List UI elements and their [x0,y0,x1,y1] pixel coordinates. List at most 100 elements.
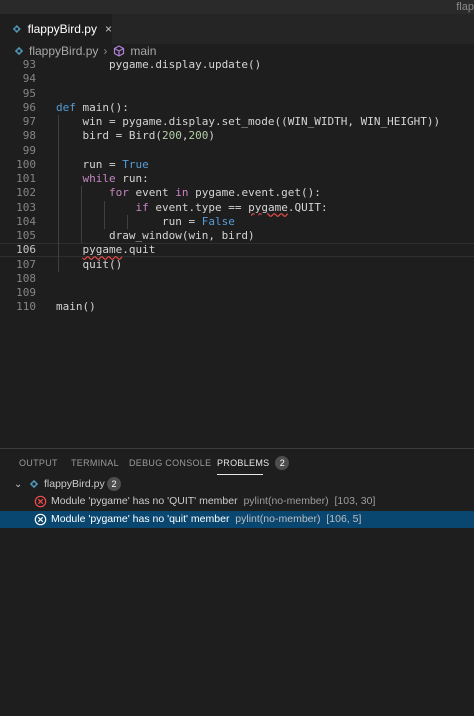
line-number: 100 [16,157,36,171]
code-line[interactable]: 94 [0,72,474,86]
code-text: run = False [56,215,235,229]
bottom-panel: OUTPUT TERMINAL DEBUG CONSOLE PROBLEMS 2 … [0,448,474,716]
code-token: while [82,172,116,185]
breadcrumb: flappyBird.py › main [0,44,474,58]
chevron-right-icon: › [103,44,108,58]
code-line[interactable]: 100 run = True [0,158,474,172]
title-bar: flap [0,0,474,14]
code-line[interactable]: 109 [0,286,474,300]
problem-source: pylint(no-member) [243,495,329,507]
problem-text: Module 'pygame' has no 'quit' member pyl… [51,511,361,528]
window-title: flap [456,1,474,13]
problem-source: pylint(no-member) [235,513,321,525]
line-number: 94 [22,72,36,86]
breadcrumb-symbol[interactable]: main [130,44,156,58]
code-text: while run: [56,172,149,186]
code-token: 200 [188,129,209,143]
tab-output[interactable]: OUTPUT [19,449,58,477]
code-text: pygame.quit [56,243,156,257]
code-token: ) [208,129,215,143]
line-number: 110 [16,300,36,314]
problems-count-badge: 2 [275,456,290,470]
code-line[interactable]: 105 draw_window(win, bird) [0,229,474,243]
cube-icon [114,45,125,57]
code-line[interactable]: 103 if event.type == pygame.QUIT: [0,201,474,215]
code-line[interactable]: 93 pygame.display.update() [0,58,474,72]
code-token: pygame.event.get(): [188,186,321,200]
code-token: def [56,100,76,114]
line-number: 105 [16,229,36,242]
python-file-icon [14,46,24,56]
code-token: run = [56,157,123,171]
tab-terminal[interactable]: TERMINAL [71,449,119,477]
code-token: quit() [56,257,123,271]
breadcrumb-file[interactable]: flappyBird.py [29,44,98,58]
line-number: 96 [22,100,36,114]
code-token: True [122,157,149,171]
problem-location: [106, 5] [326,513,362,525]
code-line[interactable]: 99 [0,144,474,158]
code-token: run: [115,172,149,185]
editor-tab-flappybird[interactable]: flappyBird.py × [0,14,112,44]
line-number: 101 [16,172,36,185]
code-token: draw_window(win, bird) [56,229,255,242]
code-line[interactable]: 104 run = False [0,215,474,229]
code-line[interactable]: 97 win = pygame.display.set_mode((WIN_WI… [0,115,474,129]
indent-guide [127,214,128,229]
error-squiggle: pygame [82,243,123,257]
code-editor[interactable]: 93 pygame.display.update() 94 95 96 def main… [0,58,474,448]
problem-message: Module 'pygame' has no 'QUIT' member [51,495,238,507]
code-line[interactable]: 102 for event in pygame.event.get(): [0,186,474,200]
code-text: pygame.display.update() [56,58,261,72]
code-token: for [108,186,129,200]
code-text: for event in pygame.event.get(): [56,186,321,200]
problem-item[interactable]: Module 'pygame' has no 'QUIT' member pyl… [0,493,474,510]
line-number: 108 [16,271,36,285]
error-circle-icon [34,495,47,508]
problem-file-name: flappyBird.py [44,478,105,490]
python-file-icon [12,24,21,34]
code-text: if event.type == pygame.QUIT: [56,200,327,215]
code-line[interactable]: 106 pygame.quit [0,243,474,258]
code-token: False [201,214,235,228]
line-number: 98 [22,129,36,143]
code-token: 200 [161,129,182,143]
code-token: bird = Bird( [56,129,162,143]
editor-tab-bar: flappyBird.py × [0,14,474,44]
line-number: 99 [22,143,36,157]
problem-file-group[interactable]: ⌄ flappyBird.py 2 [0,476,474,493]
line-number: 104 [16,214,36,228]
chevron-down-icon[interactable]: ⌄ [14,476,22,493]
code-line[interactable]: 98 bird = Bird(200,200) [0,129,474,143]
code-line[interactable]: 110 main() [0,300,474,314]
close-icon[interactable]: × [105,22,112,36]
code-text: def main(): [56,101,129,115]
code-line[interactable]: 107 quit() [0,258,474,272]
indent-guide [104,200,105,229]
code-text: quit() [56,258,122,272]
tab-label: flappyBird.py [27,22,97,36]
line-number: 102 [16,186,36,200]
problem-item-selected[interactable]: Module 'pygame' has no 'quit' member pyl… [0,511,474,528]
code-line[interactable]: 108 [0,272,474,286]
code-token: win = pygame.display.set_mode((WIN_WIDTH… [56,115,441,128]
code-token: main() [56,300,96,314]
code-text: win = pygame.display.set_mode((WIN_WIDTH… [56,115,440,129]
line-number: 107 [16,257,36,271]
tab-problems[interactable]: PROBLEMS 2 [217,449,290,477]
code-line[interactable]: 96 def main(): [0,101,474,115]
code-line[interactable]: 95 [0,87,474,101]
code-token: event [128,186,176,200]
code-text: main() [56,300,96,314]
code-token: in [175,186,189,200]
line-number: 93 [22,58,36,71]
code-token: pygame.display.update() [56,58,262,71]
code-token: if [135,200,149,214]
line-number: 95 [22,86,36,100]
tab-debug-console[interactable]: DEBUG CONSOLE [129,449,211,477]
code-line[interactable]: 101 while run: [0,172,474,186]
